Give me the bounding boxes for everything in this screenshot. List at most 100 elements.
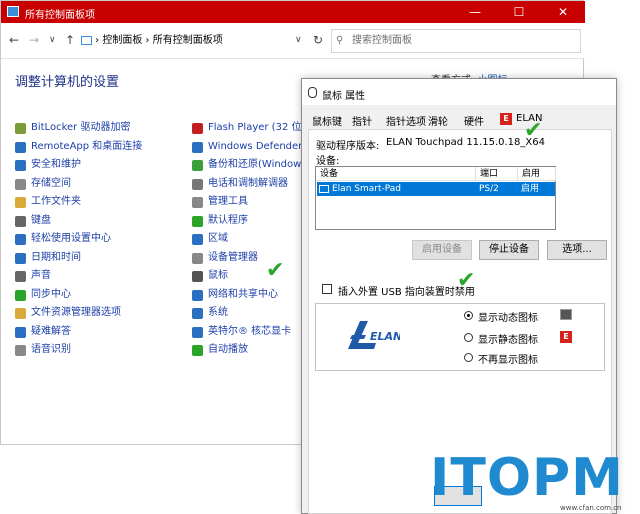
item-label: 电话和调制解调器: [208, 177, 288, 189]
list-item[interactable]: 管理工具: [192, 193, 316, 212]
tab-buttons[interactable]: 鼠标键: [312, 113, 342, 128]
dropdown-icon[interactable]: ∨: [295, 35, 302, 45]
breadcrumb-all-items[interactable]: 所有控制面板项: [153, 35, 223, 46]
row-enabled: 启用: [521, 184, 540, 194]
minimize-button[interactable]: —: [453, 1, 497, 23]
device-list[interactable]: 设备 端口 启用 Elan Smart-Pad PS/2 启用: [315, 166, 556, 230]
item-icon: [15, 197, 26, 208]
window-title: 所有控制面板项: [25, 10, 95, 21]
search-icon: ⚲: [336, 35, 344, 46]
list-item[interactable]: RemoteApp 和桌面连接: [15, 138, 142, 157]
tab-hardware[interactable]: 硬件: [464, 113, 484, 128]
checkbox-label: 插入外置 USB 指向装置时禁用: [338, 287, 475, 298]
search-input[interactable]: ⚲ 搜索控制面板: [331, 29, 581, 53]
list-item[interactable]: Flash Player (32 位): [192, 119, 316, 138]
item-icon: [192, 141, 203, 153]
tab-pointer-options[interactable]: 指针选项: [386, 113, 426, 128]
item-label: 备份和还原(Windows 7: [208, 159, 317, 170]
chevron-down-icon[interactable]: ∨: [49, 35, 56, 45]
breadcrumb-control-panel[interactable]: 控制面板: [102, 35, 142, 46]
list-item[interactable]: 设备管理器: [192, 249, 316, 268]
list-item[interactable]: 疑难解答: [15, 323, 142, 342]
list-item[interactable]: BitLocker 驱动器加密: [15, 119, 142, 138]
options-button[interactable]: 选项...: [547, 240, 607, 260]
column-enabled[interactable]: 启用: [518, 167, 556, 181]
list-item[interactable]: 语音识别: [15, 341, 142, 360]
list-item[interactable]: 同步中心: [15, 286, 142, 305]
column-device[interactable]: 设备: [316, 167, 476, 181]
item-icon: [192, 123, 203, 134]
radio-static-icon[interactable]: [464, 333, 473, 342]
disable-on-usb-checkbox[interactable]: [322, 284, 332, 294]
row-port: PS/2: [479, 184, 499, 194]
item-icon: [192, 234, 203, 245]
tab-wheel[interactable]: 滑轮: [428, 113, 448, 128]
list-item[interactable]: 英特尔® 核芯显卡: [192, 323, 316, 342]
watermark-url: www.cfan.com.cn: [560, 504, 622, 512]
driver-label: 驱动程序版本:: [316, 141, 380, 152]
item-icon: [192, 326, 203, 338]
list-item[interactable]: 备份和还原(Windows 7: [192, 156, 316, 175]
check-mark-icon: ✔: [524, 118, 543, 143]
list-item[interactable]: 鼠标: [192, 267, 316, 286]
item-icon: [15, 215, 26, 227]
list-item[interactable]: 键盘: [15, 212, 142, 231]
stop-device-button[interactable]: 停止设备: [479, 240, 539, 260]
back-arrow-icon[interactable]: ←: [9, 33, 19, 47]
item-icon: [192, 252, 203, 264]
tab-strip: 鼠标键 指针 指针选项 滑轮 硬件 E ELAN: [306, 109, 616, 129]
item-label: 网络和共享中心: [208, 288, 278, 300]
item-icon: [192, 271, 203, 282]
list-item[interactable]: 日期和时间: [15, 249, 142, 268]
devices-label: 设备:: [316, 156, 340, 167]
radio-no-icon[interactable]: [464, 353, 473, 362]
list-item[interactable]: 自动播放: [192, 341, 316, 360]
item-label: 声音: [31, 270, 51, 281]
right-column: Flash Player (32 位) Windows Defender 防备份和…: [192, 119, 316, 360]
item-icon: [192, 345, 203, 356]
list-item[interactable]: 轻松使用设置中心: [15, 230, 142, 249]
item-label: 文件资源管理器选项: [31, 307, 121, 318]
item-icon: [192, 197, 203, 208]
list-item[interactable]: 安全和维护: [15, 156, 142, 175]
list-item[interactable]: Windows Defender 防: [192, 138, 316, 157]
table-row[interactable]: Elan Smart-Pad PS/2 启用: [317, 182, 555, 196]
item-label: 语音识别: [31, 344, 71, 355]
close-button[interactable]: ✕: [541, 1, 585, 23]
item-icon: [15, 271, 26, 282]
up-arrow-icon[interactable]: ↑: [65, 33, 75, 47]
item-icon: [15, 160, 26, 171]
list-item[interactable]: 区域: [192, 230, 316, 249]
radio-dynamic-icon[interactable]: [464, 311, 473, 320]
enable-device-button[interactable]: 启用设备: [412, 240, 472, 260]
list-item[interactable]: 默认程序: [192, 212, 316, 231]
item-label: RemoteApp 和桌面连接: [31, 140, 143, 152]
list-item[interactable]: 声音: [15, 267, 142, 286]
maximize-button[interactable]: ☐: [497, 1, 541, 23]
list-item[interactable]: 存储空间: [15, 175, 142, 194]
item-icon: [15, 345, 26, 356]
list-item[interactable]: 系统: [192, 304, 316, 323]
item-label: 安全和维护: [31, 159, 81, 170]
item-label: 鼠标: [208, 270, 228, 281]
item-label: 自动播放: [208, 344, 248, 355]
refresh-icon[interactable]: ↻: [313, 33, 323, 47]
item-icon: [15, 141, 26, 153]
item-label: 键盘: [31, 214, 51, 226]
breadcrumb[interactable]: › 控制面板 › 所有控制面板项: [81, 29, 311, 53]
list-item[interactable]: 工作文件夹: [15, 193, 142, 212]
list-item[interactable]: 文件资源管理器选项: [15, 304, 142, 323]
list-item[interactable]: 电话和调制解调器: [192, 175, 316, 194]
tab-pointers[interactable]: 指针: [352, 113, 372, 128]
logo-text: ELAN: [370, 330, 400, 343]
forward-arrow-icon[interactable]: →: [29, 33, 39, 47]
address-bar: ← → ∨ ↑ › 控制面板 › 所有控制面板项 ∨ ↻ ⚲ 搜索控制面板: [1, 23, 585, 59]
item-label: Windows Defender 防: [208, 140, 316, 152]
list-item[interactable]: 网络和共享中心: [192, 286, 316, 305]
elan-static-icon: E: [560, 331, 572, 343]
item-label: 轻松使用设置中心: [31, 233, 111, 244]
search-placeholder: 搜索控制面板: [352, 35, 412, 46]
item-label: 疑难解答: [31, 325, 71, 337]
item-icon: [15, 252, 26, 264]
column-port[interactable]: 端口: [476, 167, 518, 181]
